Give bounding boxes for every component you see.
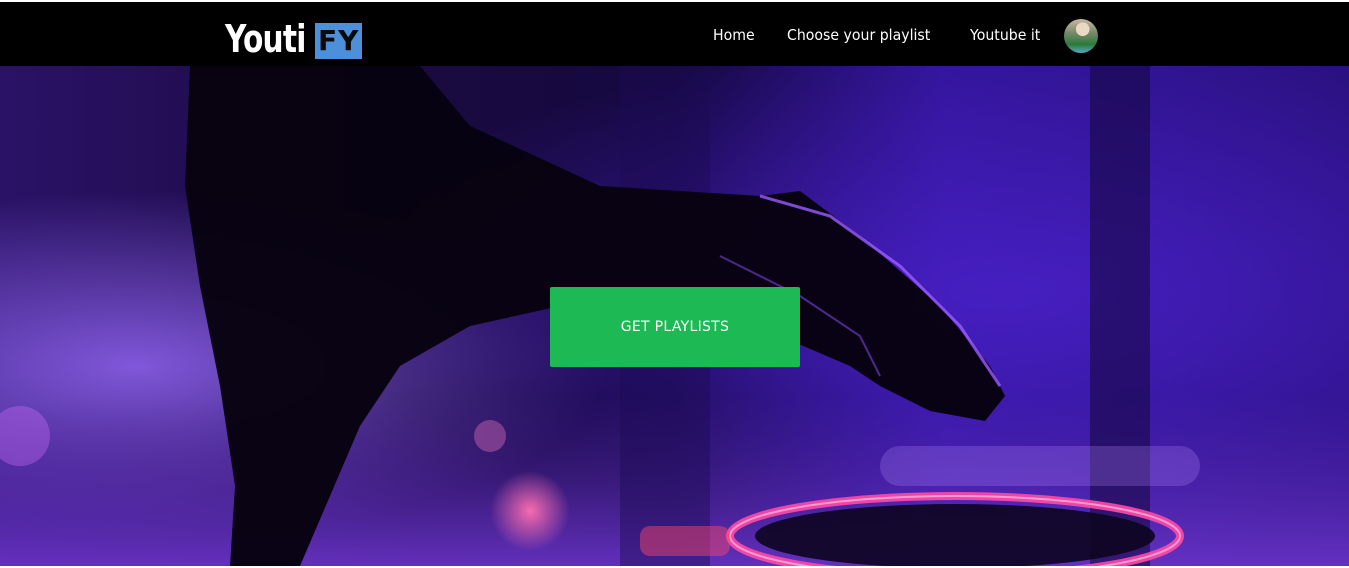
nav-link-youtube-it[interactable]: Youtube it [970, 26, 1040, 44]
nav-link-home[interactable]: Home [713, 26, 755, 44]
logo-text-main: Youti [225, 17, 306, 61]
logo-text-badge: FY [315, 23, 363, 59]
user-avatar-icon[interactable] [1064, 19, 1098, 53]
site-logo[interactable]: Youti FY [225, 17, 363, 61]
hero-section: GET PLAYLISTS [0, 66, 1349, 566]
navbar: Youti FY Home Choose your playlist Youtu… [0, 2, 1349, 66]
get-playlists-button[interactable]: GET PLAYLISTS [550, 287, 800, 367]
page-frame: Youti FY Home Choose your playlist Youtu… [0, 2, 1349, 566]
nav-link-choose-playlist[interactable]: Choose your playlist [787, 26, 930, 44]
main-nav: Home Choose your playlist Youtube it [713, 26, 1075, 44]
